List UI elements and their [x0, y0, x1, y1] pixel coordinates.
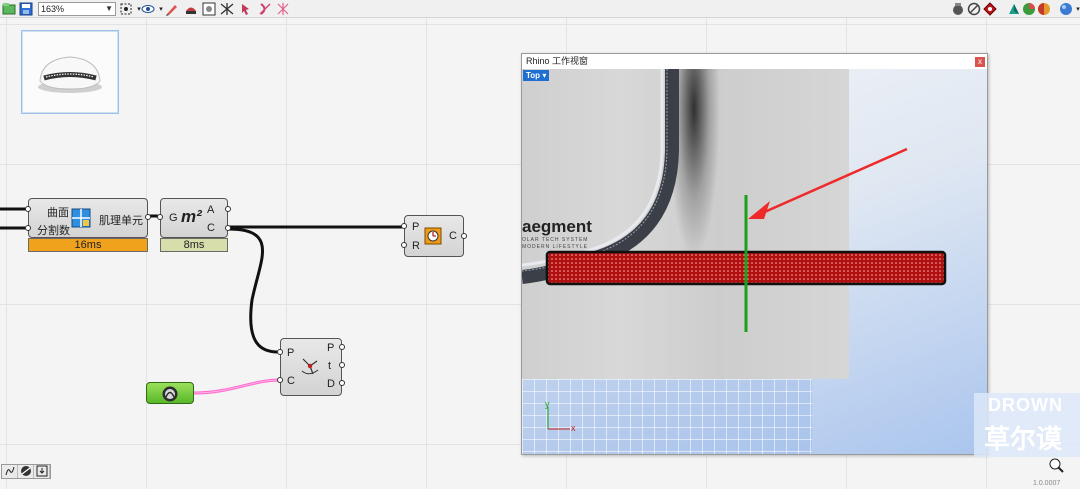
material-display-icon[interactable]: [1037, 2, 1051, 16]
sketch-pen-icon[interactable]: [165, 2, 179, 16]
area-glyph: m²: [181, 207, 202, 226]
input-count-label: 分割数: [37, 225, 70, 237]
output-param-label: t: [328, 360, 332, 372]
watermark: DROWN 草尔谟: [974, 393, 1080, 457]
main-toolbar: 163% ▼ ▾ ▾ ▾: [0, 0, 1080, 18]
zoom-value: 163%: [41, 4, 65, 14]
chevron-down-icon: ▼: [105, 4, 113, 13]
color-display-icon[interactable]: [1022, 2, 1036, 16]
input-plug[interactable]: [277, 349, 283, 355]
output-plug[interactable]: [339, 380, 345, 386]
no-preview-icon[interactable]: [967, 2, 981, 16]
sketch-icon[interactable]: [2, 465, 18, 478]
clock-icon: [424, 227, 442, 245]
canvas-tools: [1, 464, 51, 479]
download-icon[interactable]: [34, 465, 50, 478]
watermark-latin: DROWN: [988, 395, 1063, 415]
wire-icon[interactable]: [18, 465, 34, 478]
timer-bar: 8ms: [160, 238, 228, 252]
output-c-label: C: [449, 230, 457, 242]
zoom-select[interactable]: 163% ▼: [38, 2, 116, 16]
chevron-down-icon[interactable]: ▾: [1071, 2, 1080, 16]
rhino-viewport-window[interactable]: Rhino 工作视窗 x aegment OLAR TECH SYSTEM MO…: [521, 53, 988, 455]
input-geometry-label: G: [169, 212, 178, 224]
viewport-geometry: [545, 147, 947, 430]
open-file-icon[interactable]: [2, 2, 16, 16]
zoom-extents-icon[interactable]: [119, 2, 133, 16]
output-plug[interactable]: [145, 214, 151, 220]
timer-bar: 16ms: [28, 238, 148, 252]
input-r-label: R: [412, 240, 420, 252]
output-plug[interactable]: [339, 344, 345, 350]
input-surface-label: 曲面: [47, 207, 69, 219]
preview-eye-icon[interactable]: [141, 2, 155, 16]
grid-tile-icon: [71, 208, 91, 228]
input-plug[interactable]: [25, 206, 31, 212]
axis-x-label: x: [571, 423, 576, 433]
chevron-down-icon: ▾: [542, 71, 547, 80]
input-plug[interactable]: [157, 214, 163, 220]
viewport-title: Rhino 工作视窗: [522, 54, 987, 69]
input-plug[interactable]: [401, 223, 407, 229]
input-plug[interactable]: [277, 377, 283, 383]
input-plug[interactable]: [25, 225, 31, 231]
product-image: [38, 56, 102, 93]
curve-closest-point-component[interactable]: P C P t D: [277, 338, 345, 396]
output-point-label: P: [327, 342, 335, 354]
wire-area-closest: [227, 227, 279, 354]
render-preview-icon[interactable]: [202, 2, 216, 16]
shaded-preview-icon[interactable]: [951, 2, 965, 16]
output-area-label: A: [207, 204, 215, 216]
output-plug[interactable]: [339, 362, 345, 368]
annotation-arrow-line: [759, 147, 908, 216]
output-plug[interactable]: [225, 225, 231, 231]
axis-y-label: y: [545, 399, 550, 409]
view-name-label: Top: [526, 71, 541, 80]
view-name-tab[interactable]: Top ▾: [523, 70, 550, 81]
curve-param-icon: [161, 385, 179, 403]
watermark-chinese: 草尔谟: [984, 424, 1063, 454]
select-disable-icon[interactable]: [240, 2, 254, 16]
viewport-canvas[interactable]: aegment OLAR TECH SYSTEM MODERN LIFESTYL…: [522, 69, 987, 454]
input-plug[interactable]: [401, 242, 407, 248]
input-p-label: P: [412, 221, 420, 233]
output-plug[interactable]: [461, 233, 467, 239]
output-distance-label: D: [327, 378, 335, 390]
cursor-icon: [1047, 456, 1065, 474]
output-plug[interactable]: [225, 206, 231, 212]
curve-parameter[interactable]: [146, 382, 194, 404]
wires-hide-icon[interactable]: [276, 2, 290, 16]
annotation-arrow-head: [748, 201, 770, 219]
display-mode-icon[interactable]: [1007, 2, 1021, 16]
wire-curve-closest: [193, 378, 279, 395]
wire-display-icon[interactable]: [220, 2, 234, 16]
preview-disable-icon[interactable]: [258, 2, 272, 16]
bake-icon[interactable]: [184, 2, 198, 16]
canvas-thumbnail[interactable]: [21, 30, 119, 114]
tissue-component[interactable]: 曲面 分割数 肌理单元: [25, 198, 151, 238]
input-point-label: P: [287, 347, 295, 359]
point-component[interactable]: P R C: [401, 215, 467, 257]
output-centroid-label: C: [207, 222, 215, 234]
closest-point-icon: [299, 355, 321, 377]
preview-mesh-icon[interactable]: [983, 2, 997, 16]
save-icon[interactable]: [19, 2, 33, 16]
area-component[interactable]: G m² A C: [157, 198, 231, 238]
version-label: 1.0.0007: [1033, 480, 1061, 487]
close-button[interactable]: x: [975, 57, 985, 67]
output-tissue-label: 肌理单元: [99, 215, 143, 227]
input-curve-label: C: [287, 375, 295, 387]
wire-curve-closest-highlight: [193, 379, 279, 394]
